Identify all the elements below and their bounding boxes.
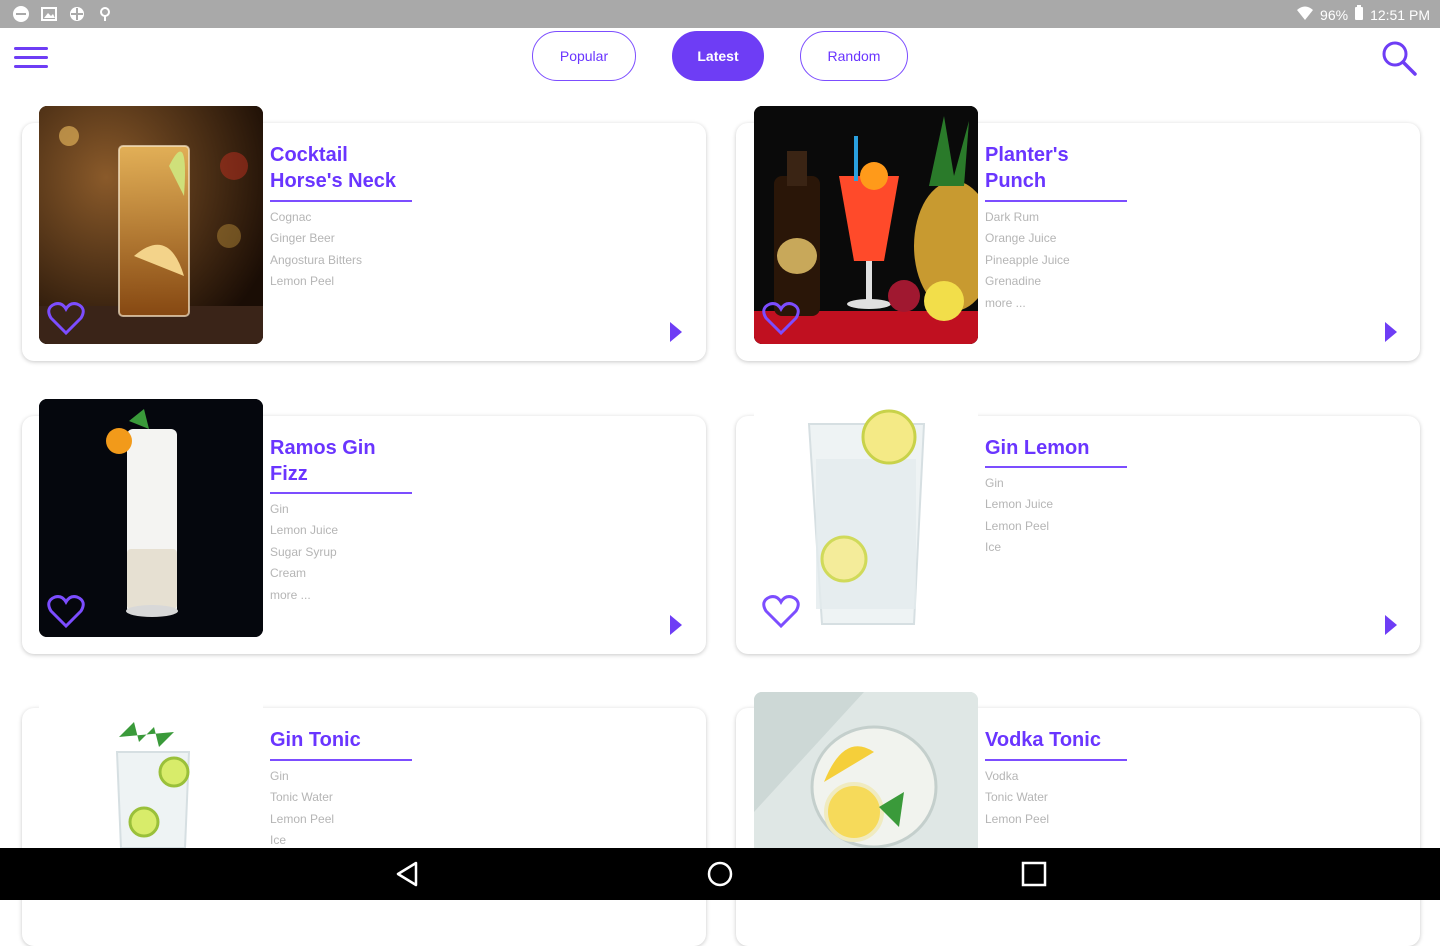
notification-icons bbox=[12, 5, 114, 23]
cocktail-image bbox=[39, 692, 263, 848]
ingredient: Lemon Juice bbox=[270, 523, 339, 538]
ingredient: Ginger Beer bbox=[270, 231, 335, 246]
ingredient: Sugar Syrup bbox=[270, 544, 337, 559]
title-underline bbox=[985, 759, 1127, 761]
title-underline bbox=[985, 466, 1127, 468]
battery-percent: 96% bbox=[1320, 6, 1349, 23]
ingredient-list: Vodka Tonic Water Lemon Peel bbox=[985, 766, 1049, 848]
ingredient: Cream bbox=[270, 566, 307, 581]
cocktail-title: Planter's Punch bbox=[985, 142, 1145, 194]
category-tabs: Popular Latest Random bbox=[532, 31, 908, 81]
system-icons: 96% 12:51 PM bbox=[1296, 5, 1430, 24]
ingredient: Pineapple Juice bbox=[985, 252, 1070, 267]
tab-random[interactable]: Random bbox=[800, 31, 908, 81]
android-icon bbox=[68, 5, 86, 23]
play-arrow-icon[interactable] bbox=[1383, 613, 1399, 637]
cocktail-photo[interactable] bbox=[754, 692, 978, 848]
title-underline bbox=[270, 759, 412, 761]
title-underline bbox=[270, 200, 412, 202]
title-underline bbox=[270, 492, 412, 494]
ingredient-list: Gin Lemon Juice Lemon Peel Ice bbox=[985, 473, 1053, 559]
play-arrow-icon[interactable] bbox=[668, 320, 684, 344]
battery-icon bbox=[1354, 5, 1364, 24]
hamburger-menu-icon[interactable] bbox=[12, 42, 50, 74]
ingredient: Grenadine bbox=[985, 274, 1042, 289]
cocktail-photo[interactable] bbox=[39, 399, 263, 637]
tab-latest[interactable]: Latest bbox=[672, 31, 764, 81]
ingredient-list: Gin Tonic Water Lemon Peel Ice bbox=[270, 766, 334, 848]
recents-icon[interactable] bbox=[1019, 859, 1049, 889]
dnd-icon bbox=[12, 5, 30, 23]
ingredient: Tonic Water bbox=[270, 790, 333, 805]
ingredient: Lemon Peel bbox=[270, 274, 335, 289]
cocktail-photo[interactable] bbox=[39, 106, 263, 344]
ingredient: Ice bbox=[985, 540, 1002, 555]
cocktail-title: Gin Lemon bbox=[985, 435, 1145, 461]
title-line-1: Cocktail bbox=[270, 144, 348, 166]
cocktail-title: Gin Tonic bbox=[270, 727, 430, 753]
more-link[interactable]: more ... bbox=[270, 585, 338, 606]
title-line-1: Planter's bbox=[985, 144, 1069, 166]
ingredient: Ice bbox=[270, 833, 287, 848]
title-line-1: Vodka Tonic bbox=[985, 729, 1101, 751]
title-line-1: Gin Lemon bbox=[985, 437, 1090, 459]
ingredient-list: Gin Lemon Juice Sugar Syrup Cream more .… bbox=[270, 499, 338, 606]
cocktail-photo[interactable] bbox=[39, 692, 263, 848]
location-icon bbox=[96, 5, 114, 23]
ingredient: Cognac bbox=[270, 210, 312, 224]
title-line-1: Ramos Gin bbox=[270, 437, 376, 459]
title-line-2: Fizz bbox=[270, 463, 308, 485]
wifi-icon bbox=[1296, 5, 1314, 24]
ingredient: Vodka bbox=[985, 769, 1019, 783]
play-arrow-icon[interactable] bbox=[668, 613, 684, 637]
back-icon[interactable] bbox=[392, 859, 422, 889]
title-underline bbox=[985, 200, 1127, 202]
ingredient-list: Cognac Ginger Beer Angostura Bitters Lem… bbox=[270, 207, 362, 293]
favorite-heart-icon[interactable] bbox=[762, 302, 800, 336]
cocktail-title: Cocktail Horse's Neck bbox=[270, 142, 430, 194]
play-arrow-icon[interactable] bbox=[1383, 320, 1399, 344]
cocktail-title: Ramos Gin Fizz bbox=[270, 435, 430, 487]
more-link[interactable]: more ... bbox=[985, 293, 1070, 314]
title-line-2: Horse's Neck bbox=[270, 170, 396, 192]
cocktail-image bbox=[754, 692, 978, 848]
ingredient: Gin bbox=[985, 476, 1004, 490]
ingredient: Lemon Peel bbox=[985, 518, 1050, 533]
ingredient: Gin bbox=[270, 502, 289, 516]
tab-popular[interactable]: Popular bbox=[532, 31, 636, 81]
status-bar: 96% 12:51 PM bbox=[0, 0, 1440, 28]
ingredient: Tonic Water bbox=[985, 790, 1048, 805]
ingredient: Lemon Peel bbox=[985, 811, 1050, 826]
title-line-2: Punch bbox=[985, 170, 1047, 192]
image-icon bbox=[40, 5, 58, 23]
ingredient-list: Dark Rum Orange Juice Pineapple Juice Gr… bbox=[985, 207, 1070, 314]
home-icon[interactable] bbox=[705, 859, 735, 889]
ingredient: Dark Rum bbox=[985, 210, 1040, 224]
clock: 12:51 PM bbox=[1370, 6, 1430, 23]
cocktail-photo[interactable] bbox=[754, 399, 978, 637]
ingredient: Angostura Bitters bbox=[270, 252, 363, 267]
app-bar: Popular Latest Random bbox=[0, 28, 1440, 90]
search-icon[interactable] bbox=[1380, 39, 1418, 77]
system-navigation-bar bbox=[0, 848, 1440, 900]
cocktail-title: Vodka Tonic bbox=[985, 727, 1145, 753]
ingredient: Lemon Juice bbox=[985, 497, 1054, 512]
favorite-heart-icon[interactable] bbox=[47, 302, 85, 336]
ingredient: Lemon Peel bbox=[270, 811, 335, 826]
title-line-1: Gin Tonic bbox=[270, 729, 361, 751]
ingredient: Gin bbox=[270, 769, 289, 783]
favorite-heart-icon[interactable] bbox=[762, 595, 800, 629]
favorite-heart-icon[interactable] bbox=[47, 595, 85, 629]
ingredient: Orange Juice bbox=[985, 231, 1057, 246]
cocktail-photo[interactable] bbox=[754, 106, 978, 344]
